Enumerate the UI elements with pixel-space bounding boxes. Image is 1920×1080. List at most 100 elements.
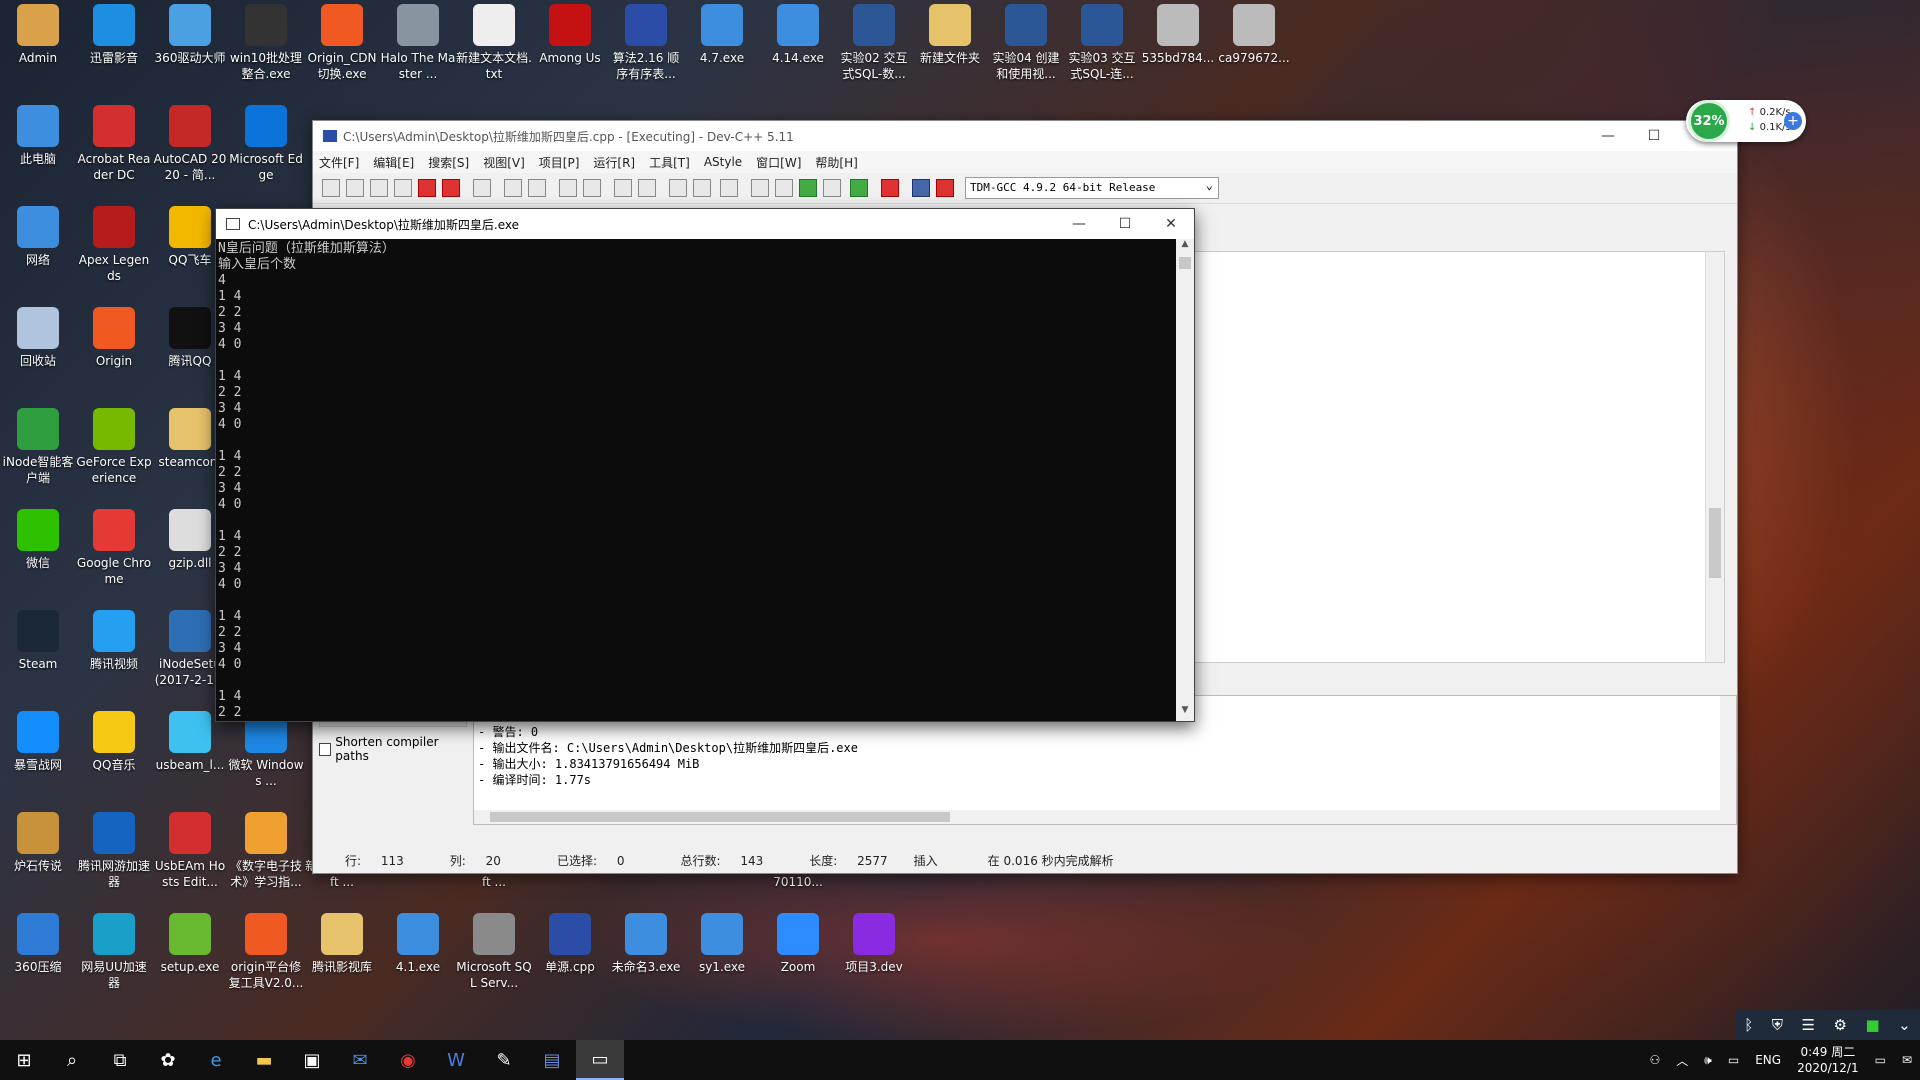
task-view-icon[interactable]: ⧉: [96, 1040, 144, 1080]
close-file-icon[interactable]: [418, 179, 436, 197]
shorten-paths-checkbox[interactable]: [319, 742, 332, 756]
people-icon[interactable]: ⚇: [1650, 1053, 1661, 1067]
new-file-icon[interactable]: [322, 179, 340, 197]
desktop-icon[interactable]: Microsoft SQL Serv...: [456, 909, 532, 991]
notes-icon[interactable]: ▭: [1875, 1053, 1886, 1067]
compile-icon[interactable]: [751, 179, 769, 197]
desktop-icon[interactable]: Halo The Master ...: [380, 0, 456, 82]
maximize-button[interactable]: ☐: [1631, 128, 1677, 144]
desktop-icon[interactable]: 暴雪战网: [0, 707, 76, 773]
editor-scrollbar[interactable]: [1705, 252, 1724, 662]
menu-run[interactable]: 运行[R]: [593, 154, 635, 171]
back-icon[interactable]: [669, 179, 687, 197]
word-icon[interactable]: W: [432, 1040, 480, 1080]
goto-icon[interactable]: [614, 179, 632, 197]
desktop-icon[interactable]: 《数字电子技术》学习指...: [228, 808, 304, 890]
desktop-icon[interactable]: 新建文本文档.txt: [456, 0, 532, 82]
console-maximize-button[interactable]: ☐: [1102, 216, 1148, 232]
indent-icon[interactable]: [638, 179, 656, 197]
menu-window[interactable]: 窗口[W]: [756, 154, 801, 171]
desktop-icon[interactable]: Steam: [0, 606, 76, 672]
desktop-icon[interactable]: 项目3.dev: [836, 909, 912, 975]
desktop-icon[interactable]: ca979672...: [1216, 0, 1292, 66]
green-app-icon[interactable]: ■: [1865, 1016, 1879, 1034]
desktop-icon[interactable]: GeForce Experience: [76, 404, 152, 486]
undo-icon[interactable]: [504, 179, 522, 197]
stop-icon[interactable]: [881, 179, 899, 197]
desktop-icon[interactable]: Origin_CDN切换.exe: [304, 0, 380, 82]
desktop-icon[interactable]: 未命名3.exe: [608, 909, 684, 975]
desktop-icon[interactable]: 4.1.exe: [380, 909, 456, 975]
plus-icon[interactable]: +: [1784, 112, 1802, 130]
desktop-icon[interactable]: Zoom: [760, 909, 836, 975]
bluetooth-icon[interactable]: ᛒ: [1744, 1016, 1753, 1034]
desktop-icon[interactable]: 炉石传说: [0, 808, 76, 874]
tool-icon[interactable]: ✎: [480, 1040, 528, 1080]
compile-run-icon[interactable]: [799, 179, 817, 197]
desktop-icon[interactable]: Google Chrome: [76, 505, 152, 587]
console-minimize-button[interactable]: —: [1056, 216, 1102, 232]
desktop-icon[interactable]: Apex Legends: [76, 202, 152, 284]
desktop-icon[interactable]: Among Us: [532, 0, 608, 66]
chrome-icon[interactable]: ◉: [384, 1040, 432, 1080]
menu-edit[interactable]: 编辑[E]: [373, 154, 414, 171]
rebuild-icon[interactable]: [823, 179, 841, 197]
list-icon[interactable]: ☰: [1802, 1016, 1815, 1034]
desktop-icon[interactable]: win10批处理整合.exe: [228, 0, 304, 82]
desktop-icon[interactable]: 回收站: [0, 303, 76, 369]
desktop-icon[interactable]: 实验02 交互式SQL-数...: [836, 0, 912, 82]
desktop-icon[interactable]: iNode智能客户端: [0, 404, 76, 486]
desktop-icon[interactable]: 4.14.exe: [760, 0, 836, 66]
log-scrollbar[interactable]: [1720, 696, 1736, 824]
desktop-icon[interactable]: 此电脑: [0, 101, 76, 167]
file-explorer-icon[interactable]: ▬: [240, 1040, 288, 1080]
desktop-icon[interactable]: setup.exe: [152, 909, 228, 975]
run-icon[interactable]: [775, 179, 793, 197]
menu-project[interactable]: 项目[P]: [539, 154, 580, 171]
desktop-icon[interactable]: 微信: [0, 505, 76, 571]
log-hscrollbar[interactable]: [474, 810, 1720, 824]
compiler-select[interactable]: TDM-GCC 4.9.2 64-bit Release: [965, 175, 1219, 199]
edge-icon[interactable]: e: [192, 1040, 240, 1080]
replace-icon[interactable]: [583, 179, 601, 197]
find-icon[interactable]: [559, 179, 577, 197]
desktop-icon[interactable]: 4.7.exe: [684, 0, 760, 66]
clock[interactable]: 0:49 周二 2020/12/1: [1797, 1044, 1859, 1076]
save-icon[interactable]: [370, 179, 388, 197]
devcpp-title-bar[interactable]: C:\Users\Admin\Desktop\拉斯维加斯四皇后.cpp - [E…: [313, 121, 1737, 151]
desktop-icon[interactable]: Admin: [0, 0, 76, 66]
save-all-icon[interactable]: [394, 179, 412, 197]
menu-view[interactable]: 视图[V]: [483, 154, 525, 171]
console-scrollbar[interactable]: ▲ ▼: [1176, 239, 1194, 721]
search-icon[interactable]: ⌕: [48, 1040, 96, 1080]
desktop-icon[interactable]: UsbEAm Hosts Edit...: [152, 808, 228, 890]
desktop-icon[interactable]: QQ音乐: [76, 707, 152, 773]
desktop-icon[interactable]: 新建文件夹: [912, 0, 988, 66]
desktop-icon[interactable]: Microsoft Edge: [228, 101, 304, 183]
console-taskbar-icon[interactable]: ▭: [576, 1040, 624, 1080]
print-icon[interactable]: [473, 179, 491, 197]
desktop-icon[interactable]: sy1.exe: [684, 909, 760, 975]
network-speed-widget[interactable]: 32% ↑ 0.2K/s ↓ 0.1K/s +: [1686, 100, 1806, 142]
code-editor[interactable]: [1193, 251, 1725, 728]
show-hidden-icon[interactable]: ︿: [1676, 1052, 1688, 1069]
console-output[interactable]: N皇后问题（拉斯维加斯算法） 输入皇后个数 4 1 4 2 2 3 4 4 0 …: [216, 239, 1176, 721]
forward-icon[interactable]: [693, 179, 711, 197]
language-indicator[interactable]: ENG: [1755, 1053, 1781, 1067]
close-all-icon[interactable]: [442, 179, 460, 197]
menu-search[interactable]: 搜索[S]: [428, 154, 469, 171]
desktop-icon[interactable]: 单源.cpp: [532, 909, 608, 975]
app-icon[interactable]: ✿: [144, 1040, 192, 1080]
desktop-icon[interactable]: origin平台修复工具V2.0...: [228, 909, 304, 991]
desktop-icon[interactable]: Origin: [76, 303, 152, 369]
desktop-icon[interactable]: 360压缩: [0, 909, 76, 975]
debug-icon[interactable]: [936, 179, 954, 197]
desktop-icon[interactable]: 360驱动大师: [152, 0, 228, 66]
chevron-down-icon[interactable]: ⌄: [1898, 1016, 1911, 1034]
desktop-icon[interactable]: 网络: [0, 202, 76, 268]
desktop-icon[interactable]: 算法2.16 顺序有序表...: [608, 0, 684, 82]
menu-astyle[interactable]: AStyle: [704, 155, 742, 169]
desktop-icon[interactable]: 实验03 交互式SQL-连...: [1064, 0, 1140, 82]
desktop-icon[interactable]: 535bd784...: [1140, 0, 1216, 66]
desktop-icon[interactable]: 腾讯网游加速器: [76, 808, 152, 890]
